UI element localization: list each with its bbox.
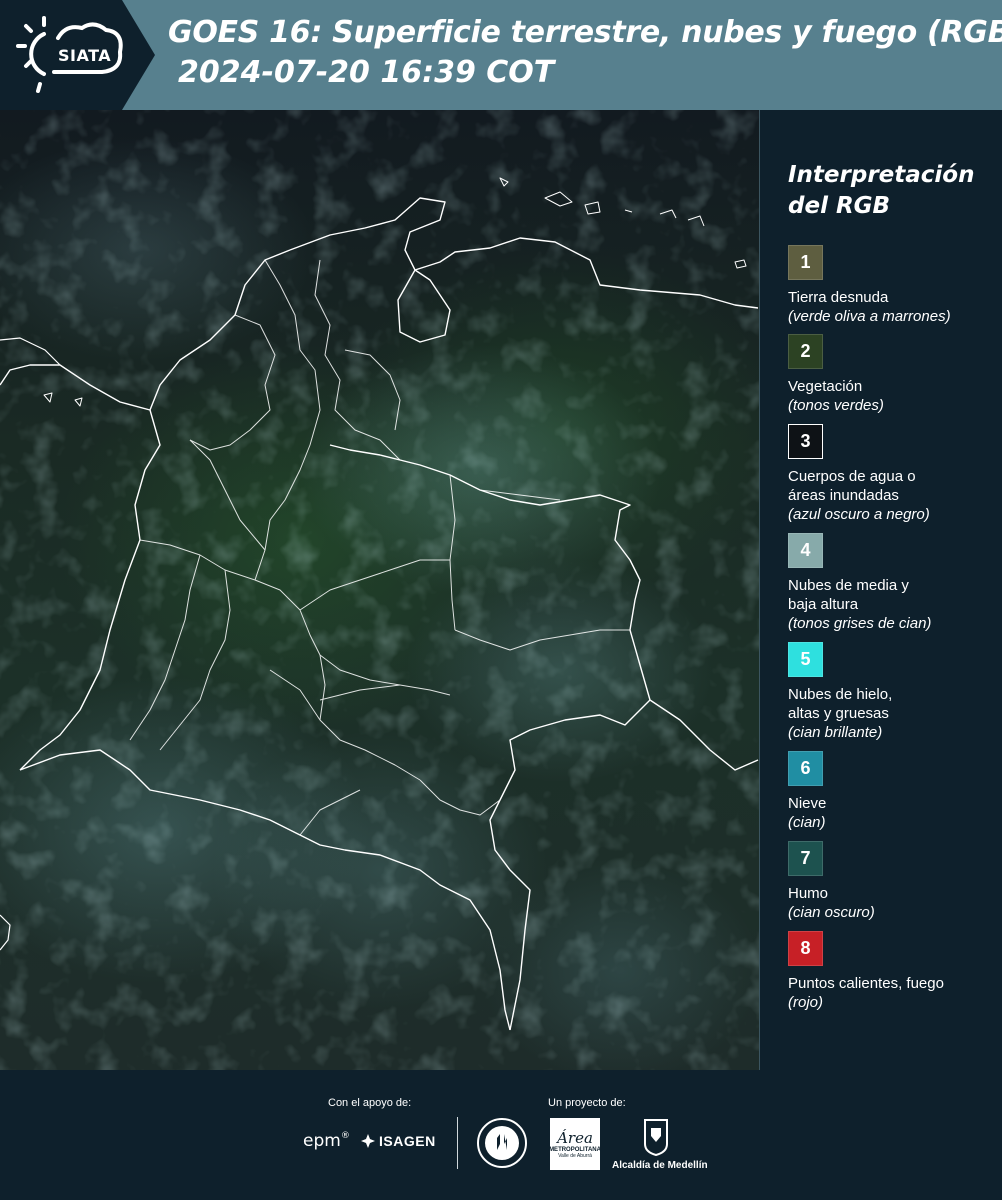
legend-desc: (tonos grises de cian) <box>788 615 932 632</box>
legend-desc: (cian brillante) <box>788 724 883 741</box>
support-label: Con el apoyo de: <box>328 1097 412 1109</box>
header-bar: SIATA GOES 16: Superficie terrestre, nub… <box>0 0 1002 110</box>
legend-label-line: Tierra desnuda <box>788 289 889 306</box>
legend-item-water: 3 Cuerpos de agua o áreas inundadas (azu… <box>788 424 988 524</box>
legend-label: Nubes de hielo, altas y gruesas (cian br… <box>788 685 988 742</box>
footer-divider <box>457 1117 458 1169</box>
siata-logo: SIATA <box>0 0 155 110</box>
legend-title-line1: Interpretación <box>788 162 975 188</box>
legend-label: Cuerpos de agua o áreas inundadas (azul … <box>788 467 988 524</box>
legend-item-snow: 6 Nieve (cian) <box>788 751 988 832</box>
legend-label-line: baja altura <box>788 596 859 613</box>
legend-swatch: 7 <box>788 841 823 876</box>
legend-label-line: Nieve <box>788 795 827 812</box>
legend-label: Tierra desnuda (verde oliva a marrones) <box>788 288 988 326</box>
area-logo-text: Área <box>557 1129 593 1147</box>
legend-title-line2: del RGB <box>788 193 891 219</box>
registered-mark: ® <box>340 1131 350 1141</box>
epm-logo: epm® <box>303 1131 350 1151</box>
legend-desc: (rojo) <box>788 994 824 1011</box>
legend-item-bare-soil: 1 Tierra desnuda (verde oliva a marrones… <box>788 245 988 326</box>
legend-label: Nieve (cian) <box>788 794 988 832</box>
legend-label: Puntos calientes, fuego (rojo) <box>788 974 988 1012</box>
legend-desc: (azul oscuro a negro) <box>788 506 930 523</box>
legend-swatch: 4 <box>788 533 823 568</box>
cloud-texture <box>0 110 759 1070</box>
legend-desc: (tonos verdes) <box>788 397 884 414</box>
legend-label-line: Nubes de media y <box>788 577 909 594</box>
legend-label-line: Vegetación <box>788 378 863 395</box>
page-title: GOES 16: Superficie terrestre, nubes y f… <box>168 15 1002 50</box>
legend-item-ice-clouds: 5 Nubes de hielo, altas y gruesas (cian … <box>788 642 988 742</box>
satellite-map[interactable] <box>0 110 760 1070</box>
siata-logo-text: SIATA <box>58 46 112 65</box>
country-boundaries <box>0 110 759 1070</box>
legend-swatch: 2 <box>788 334 823 369</box>
legend-desc: (cian) <box>788 814 826 831</box>
isagen-logo: ISAGEN <box>360 1133 436 1149</box>
isagen-logo-text: ISAGEN <box>379 1133 436 1149</box>
legend-swatch: 1 <box>788 245 823 280</box>
legend-item-fire: 8 Puntos calientes, fuego (rojo) <box>788 931 988 1012</box>
legend-label-line: Puntos calientes, fuego <box>788 975 944 992</box>
legend-label: Vegetación (tonos verdes) <box>788 377 988 415</box>
legend-desc: (cian oscuro) <box>788 904 875 921</box>
area-metropolitana-logo: Área METROPOLITANA Valle de Aburrá <box>549 1118 601 1170</box>
legend-label: Humo (cian oscuro) <box>788 884 988 922</box>
isagen-icon <box>361 1134 375 1148</box>
epm-logo-text: epm <box>303 1131 341 1151</box>
legend-label-line: altas y gruesas <box>788 705 889 722</box>
legend-title: Interpretación del RGB <box>788 160 974 222</box>
legend-swatch: 3 <box>788 424 823 459</box>
alcaldia-shield-icon <box>644 1119 668 1156</box>
legend-label-line: Nubes de hielo, <box>788 686 893 703</box>
page-datetime: 2024-07-20 16:39 COT <box>178 55 555 90</box>
legend-label-line: Cuerpos de agua o <box>788 468 916 485</box>
alcaldia-label: Alcaldía de Medellín <box>612 1160 708 1171</box>
legend-swatch: 5 <box>788 642 823 677</box>
legend-label-line: Humo <box>788 885 829 902</box>
legend-label-line: áreas inundadas <box>788 487 899 504</box>
legend-desc: (verde oliva a marrones) <box>788 308 951 325</box>
legend-label: Nubes de media y baja altura (tonos gris… <box>788 576 988 633</box>
legend-swatch: 8 <box>788 931 823 966</box>
project-label: Un proyecto de: <box>548 1097 626 1109</box>
legend-swatch: 6 <box>788 751 823 786</box>
legend-item-smoke: 7 Humo (cian oscuro) <box>788 841 988 922</box>
medellin-seal-icon <box>477 1118 527 1168</box>
metropolitana-subtext: Valle de Aburrá <box>558 1153 592 1159</box>
legend-item-vegetation: 2 Vegetación (tonos verdes) <box>788 334 988 415</box>
legend-item-mid-low-clouds: 4 Nubes de media y baja altura (tonos gr… <box>788 533 988 633</box>
